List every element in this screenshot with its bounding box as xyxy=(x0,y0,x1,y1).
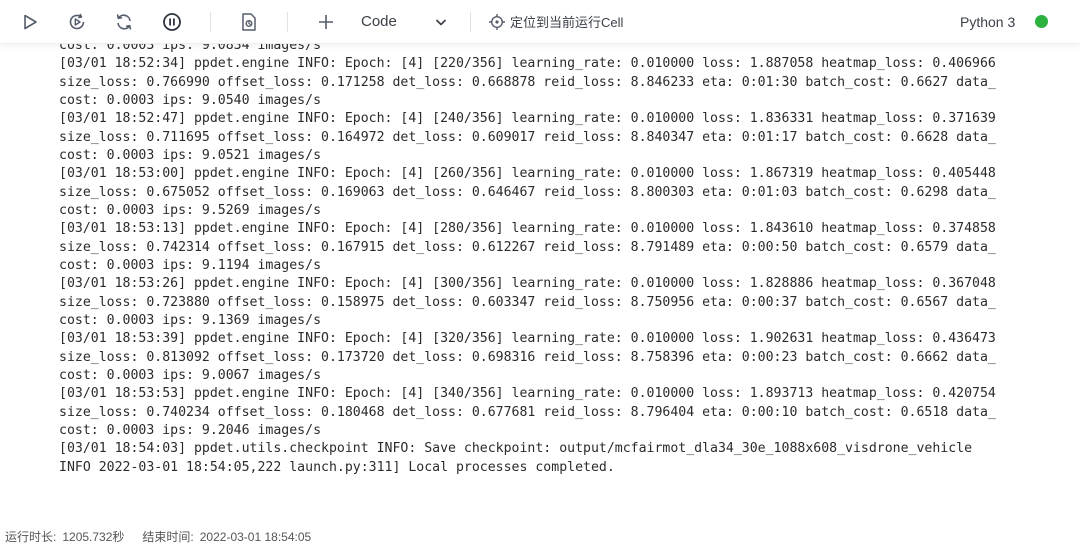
run-all-icon xyxy=(69,13,85,29)
run-icon xyxy=(24,14,37,29)
log-line: [03/01 18:54:03] ppdet.utils.checkpoint … xyxy=(59,441,973,457)
kernel-name: Python 3 xyxy=(960,13,1016,30)
run-all-button[interactable] xyxy=(65,0,89,43)
log-line: size_loss: 0.711695 offset_loss: 0.16497… xyxy=(59,129,996,145)
log-line: size_loss: 0.723880 offset_loss: 0.15897… xyxy=(59,294,996,310)
restart-button[interactable] xyxy=(112,0,136,43)
log-line: [03/01 18:52:47] ppdet.engine INFO: Epoc… xyxy=(59,111,996,127)
toolbar-divider xyxy=(210,12,211,32)
log-line: [03/01 18:53:00] ppdet.engine INFO: Epoc… xyxy=(59,166,996,182)
log-line: size_loss: 0.766990 offset_loss: 0.17125… xyxy=(59,74,996,90)
runtime-label: 运行时长: xyxy=(5,530,57,544)
run-button[interactable] xyxy=(18,0,42,43)
save-button[interactable] xyxy=(237,0,261,43)
log-line: size_loss: 0.813092 offset_loss: 0.17372… xyxy=(59,349,996,365)
log-line: cost: 0.0003 ips: 9.0067 images/s xyxy=(59,367,322,383)
chevron-down-icon xyxy=(435,18,447,25)
log-line: cost: 0.0003 ips: 9.0540 images/s xyxy=(59,92,322,108)
end-time-value: 2022-03-01 18:54:05 xyxy=(199,529,312,544)
cell-type-dropdown-toggle[interactable] xyxy=(430,0,452,43)
output-log: cost: 0.0003 ips: 9.0834 images/s [03/01 … xyxy=(59,37,996,477)
log-line: cost: 0.0003 ips: 9.2046 images/s xyxy=(59,422,322,438)
cell-toolbar: Code 定位到当前运行Cell Python 3 xyxy=(0,0,1080,44)
log-line: INFO 2022-03-01 18:54:05,222 launch.py:3… xyxy=(59,459,615,475)
log-line: size_loss: 0.740234 offset_loss: 0.18046… xyxy=(59,404,996,420)
locate-label: 定位到当前运行Cell xyxy=(510,15,624,30)
toolbar-divider xyxy=(470,12,471,32)
cell-output: cost: 0.0003 ips: 9.0834 images/s [03/01 … xyxy=(0,37,1080,482)
log-line: cost: 0.0003 ips: 9.1194 images/s xyxy=(59,257,322,273)
log-line: cost: 0.0003 ips: 9.0521 images/s xyxy=(59,147,322,163)
cell-type-value: Code xyxy=(361,13,397,30)
log-line: [03/01 18:53:13] ppdet.engine INFO: Epoc… xyxy=(59,221,996,237)
runtime-value: 1205.732秒 xyxy=(62,530,125,544)
restart-icon xyxy=(116,13,132,30)
log-line: cost: 0.0003 ips: 9.1369 images/s xyxy=(59,312,322,328)
kernel-selector[interactable]: Python 3 xyxy=(960,0,1015,43)
log-line: size_loss: 0.675052 offset_loss: 0.16906… xyxy=(59,184,996,200)
execution-status-bar: 运行时长: 1205.732秒 结束时间: 2022-03-01 18:54:0… xyxy=(5,528,311,545)
save-icon xyxy=(242,12,256,31)
add-cell-button[interactable] xyxy=(314,0,338,43)
cell-type-select[interactable]: Code xyxy=(361,0,397,43)
interrupt-button[interactable] xyxy=(160,0,184,43)
log-line: [03/01 18:52:34] ppdet.engine INFO: Epoc… xyxy=(59,56,996,72)
add-icon xyxy=(319,14,333,29)
log-line: size_loss: 0.742314 offset_loss: 0.16791… xyxy=(59,239,996,255)
end-time-label: 结束时间: xyxy=(142,530,194,544)
locate-running-cell-button[interactable]: 定位到当前运行Cell xyxy=(488,0,623,43)
log-line: [03/01 18:53:53] ppdet.engine INFO: Epoc… xyxy=(59,386,996,402)
locate-icon xyxy=(489,13,505,30)
log-line: [03/01 18:53:39] ppdet.engine INFO: Epoc… xyxy=(59,331,996,347)
kernel-status-indicator xyxy=(1035,15,1048,28)
toolbar-divider xyxy=(287,12,288,32)
interrupt-icon xyxy=(163,12,181,31)
log-line: [03/01 18:53:26] ppdet.engine INFO: Epoc… xyxy=(59,276,996,292)
log-line: cost: 0.0003 ips: 9.5269 images/s xyxy=(59,202,322,218)
